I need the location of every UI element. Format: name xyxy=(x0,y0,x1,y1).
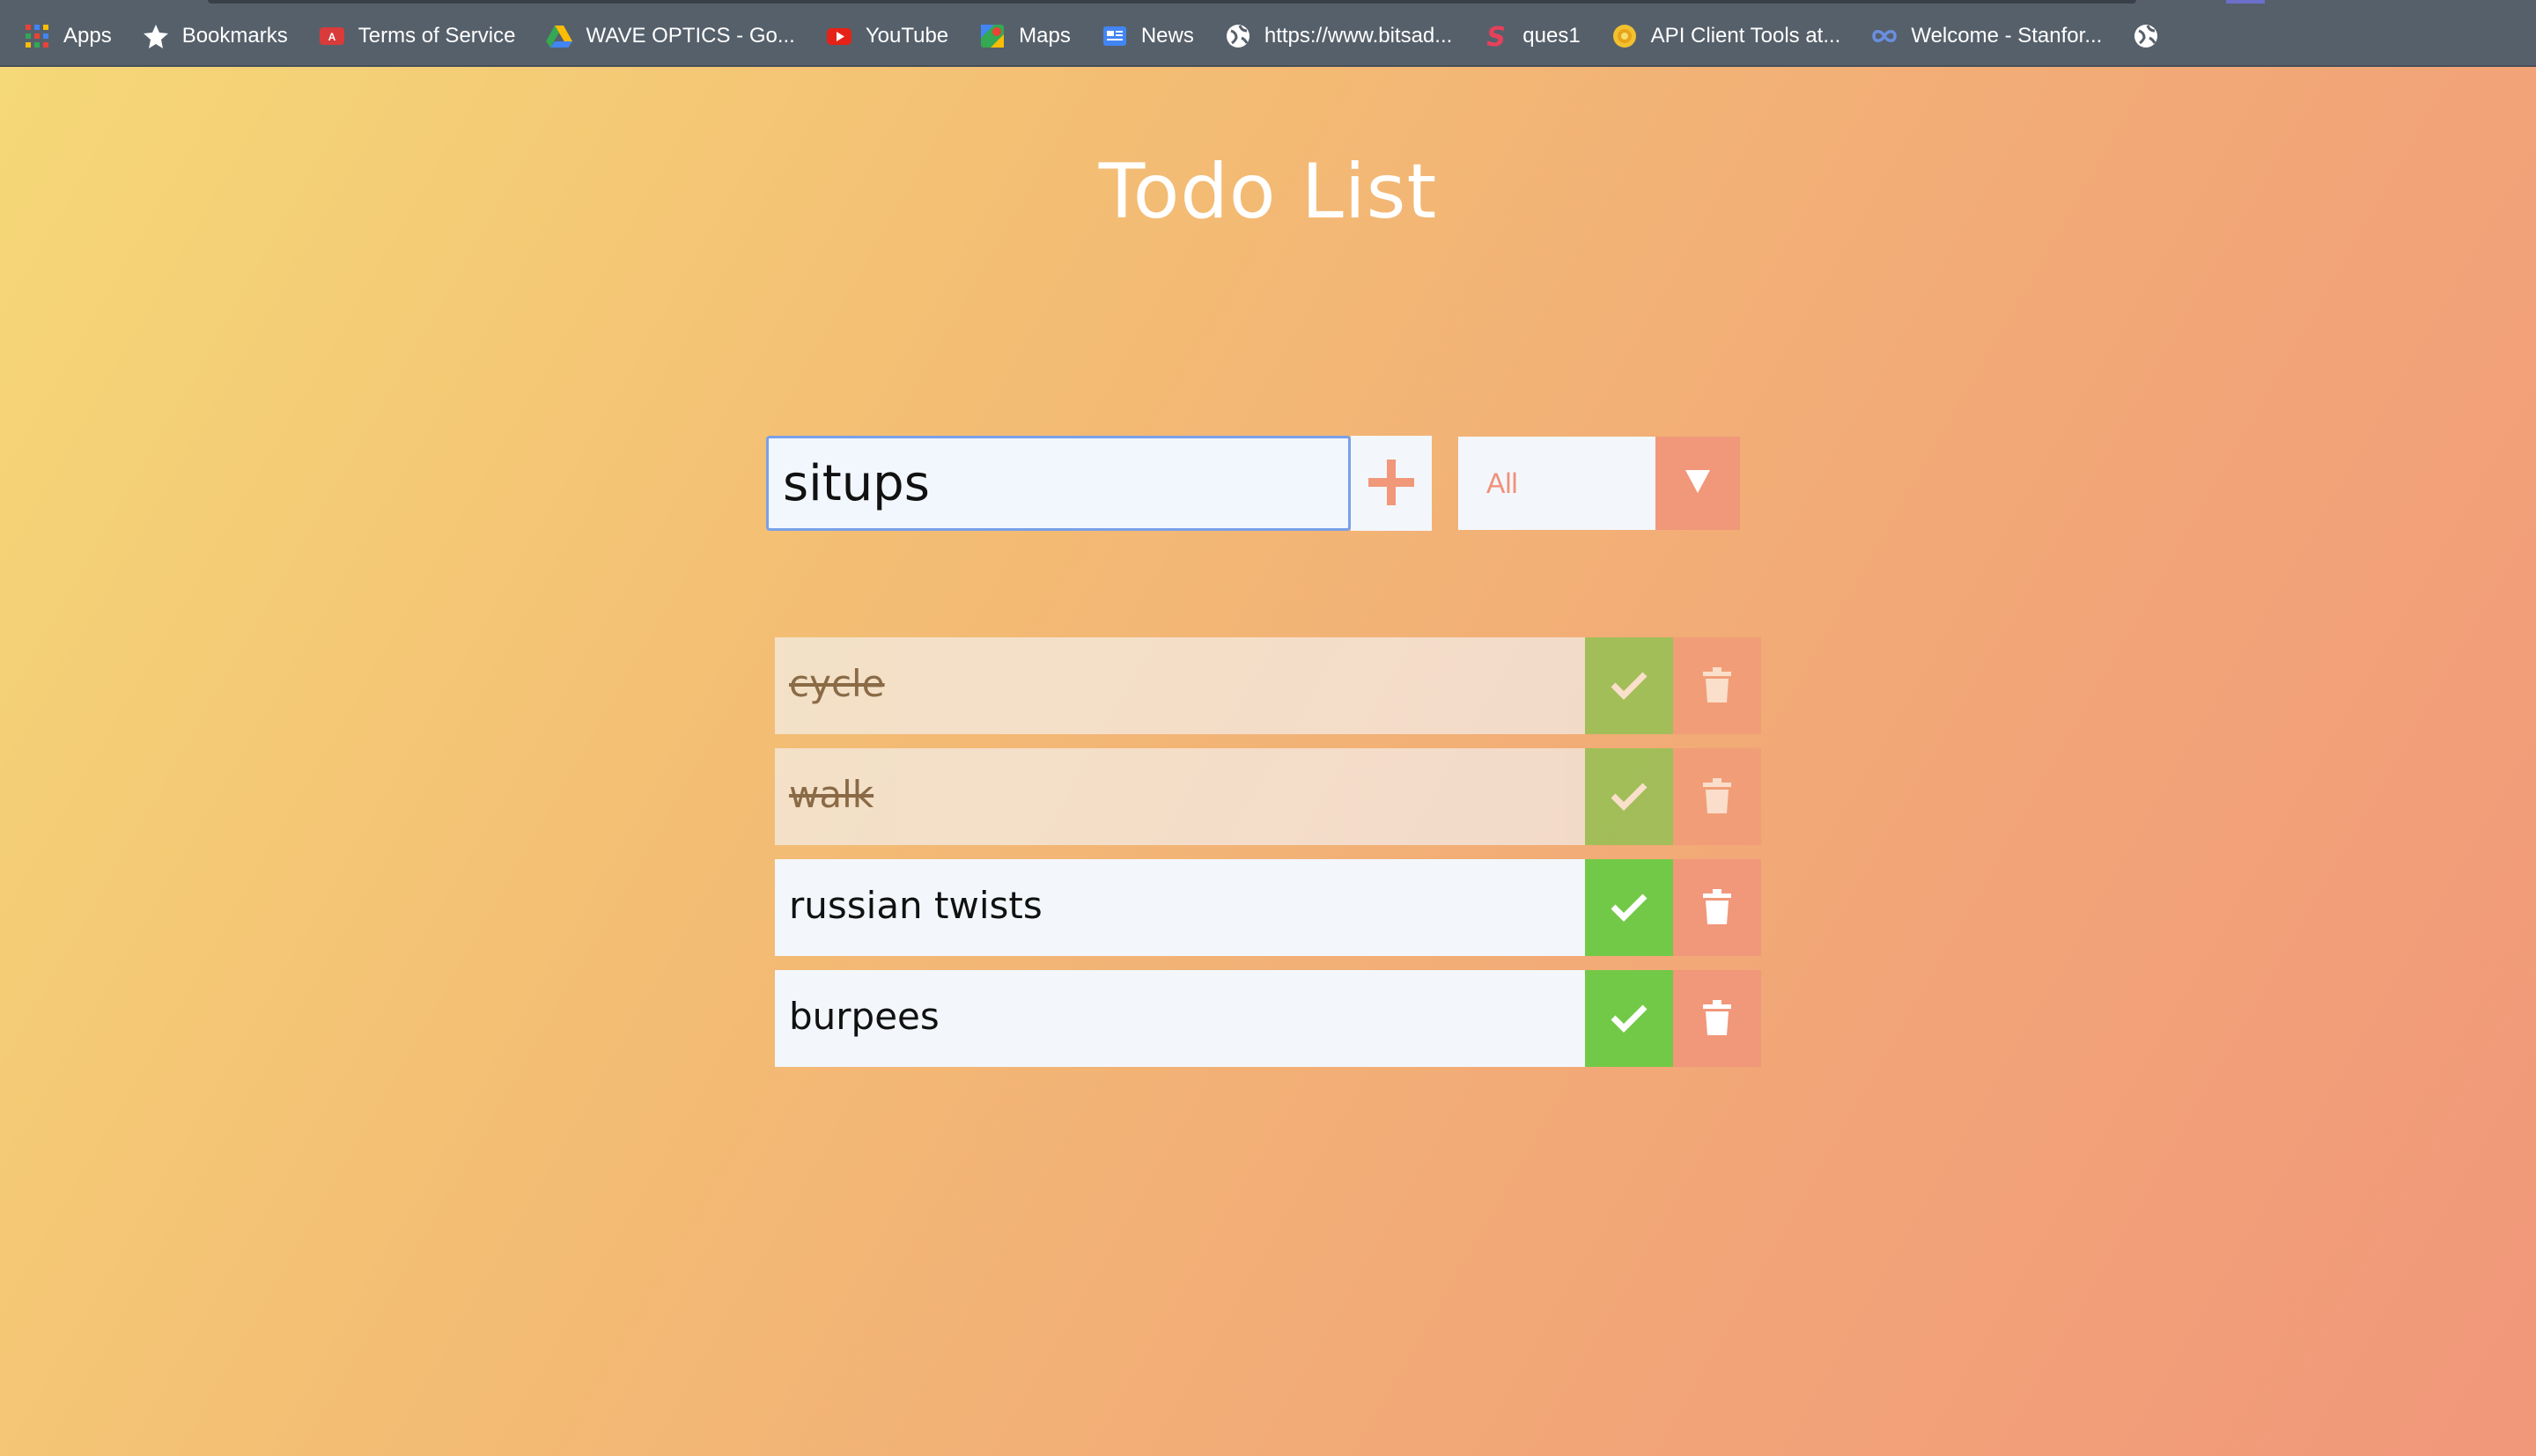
star-icon xyxy=(142,22,170,50)
acrobat-icon: A xyxy=(318,22,346,50)
check-icon xyxy=(1610,892,1648,924)
todo-item: russian twists xyxy=(775,859,1761,956)
bookmark-label: API Client Tools at... xyxy=(1650,24,1841,48)
bookmarks-list: Apps Bookmarks A Terms of Service WAVE O… xyxy=(23,18,2172,55)
triangle-down-icon xyxy=(1685,470,1710,496)
bookmark-label: Apps xyxy=(63,24,112,48)
trash-icon xyxy=(1703,666,1731,705)
maps-icon xyxy=(978,22,1006,50)
page-title: Todo List xyxy=(1098,148,1438,236)
app-background: Todo List All cycle xyxy=(0,67,2536,1456)
filter-select[interactable]: All xyxy=(1458,437,1740,530)
bookmark-label: Bookmarks xyxy=(181,24,288,48)
todo-input[interactable] xyxy=(766,436,1351,531)
complete-button[interactable] xyxy=(1585,970,1673,1067)
bookmark-apps[interactable]: Apps xyxy=(23,22,112,50)
bookmark-label: WAVE OPTICS - Go... xyxy=(586,24,795,48)
s-logo-icon: S xyxy=(1482,22,1510,50)
bookmark-ques1[interactable]: S ques1 xyxy=(1482,22,1580,50)
bookmark-label: News xyxy=(1140,24,1194,48)
bookmark-globe[interactable] xyxy=(2132,22,2172,50)
globe-icon xyxy=(2132,22,2160,50)
trash-icon xyxy=(1703,888,1731,927)
svg-text:S: S xyxy=(1486,22,1506,50)
bookmarks-bar: Apps Bookmarks A Terms of Service WAVE O… xyxy=(0,0,2536,67)
trash-icon xyxy=(1703,999,1731,1038)
delete-button[interactable] xyxy=(1673,970,1761,1067)
bookmark-wave-optics[interactable]: WAVE OPTICS - Go... xyxy=(545,22,795,50)
bookmark-label: Maps xyxy=(1019,24,1071,48)
trash-icon xyxy=(1703,777,1731,816)
bookmark-news[interactable]: News xyxy=(1101,22,1194,50)
delete-button[interactable] xyxy=(1673,748,1761,845)
bookmark-label: YouTube xyxy=(865,24,949,48)
bookmark-api-client-tools[interactable]: API Client Tools at... xyxy=(1611,22,1841,50)
delete-button[interactable] xyxy=(1673,859,1761,956)
bookmark-label: https://www.bitsad... xyxy=(1264,24,1453,48)
globe-icon xyxy=(1224,22,1252,50)
complete-button[interactable] xyxy=(1585,637,1673,734)
bookmark-terms-of-service[interactable]: A Terms of Service xyxy=(318,22,516,50)
filter-selected-value[interactable]: All xyxy=(1458,437,1655,530)
bookmark-bitsad[interactable]: https://www.bitsad... xyxy=(1224,22,1452,50)
todo-list: cycle walk russian twists burpees xyxy=(775,637,1761,1081)
check-icon xyxy=(1610,781,1648,813)
filter-dropdown-toggle[interactable] xyxy=(1655,437,1740,530)
complete-button[interactable] xyxy=(1585,859,1673,956)
youtube-icon xyxy=(825,22,853,50)
bookmark-bookmarks[interactable]: Bookmarks xyxy=(142,22,288,50)
tab-strip-indicator xyxy=(2226,0,2265,4)
google-drive-icon xyxy=(545,22,573,50)
check-icon xyxy=(1610,1003,1648,1035)
todo-item: burpees xyxy=(775,970,1761,1067)
bookmark-youtube[interactable]: YouTube xyxy=(825,22,948,50)
infinity-icon xyxy=(1870,22,1898,50)
svg-text:A: A xyxy=(328,31,335,43)
bookmark-label: Welcome - Stanfor... xyxy=(1911,24,2103,48)
delete-button[interactable] xyxy=(1673,637,1761,734)
todo-text: cycle xyxy=(775,637,1585,734)
apps-grid-icon xyxy=(23,22,51,50)
tab-strip-edge xyxy=(208,0,2136,4)
google-news-icon xyxy=(1101,22,1129,50)
check-icon xyxy=(1610,670,1648,702)
todo-item: walk xyxy=(775,748,1761,845)
todo-text: russian twists xyxy=(775,859,1585,956)
bookmark-maps[interactable]: Maps xyxy=(978,22,1071,50)
add-todo-button[interactable] xyxy=(1351,436,1432,531)
bookmark-welcome-stanford[interactable]: Welcome - Stanfor... xyxy=(1870,22,2102,50)
bookmark-label: ques1 xyxy=(1522,24,1581,48)
plus-icon xyxy=(1365,456,1418,511)
gear-sun-icon xyxy=(1611,22,1639,50)
bookmark-label: Terms of Service xyxy=(358,24,516,48)
complete-button[interactable] xyxy=(1585,748,1673,845)
todo-text: walk xyxy=(775,748,1585,845)
todo-text: burpees xyxy=(775,970,1585,1067)
todo-item: cycle xyxy=(775,637,1761,734)
